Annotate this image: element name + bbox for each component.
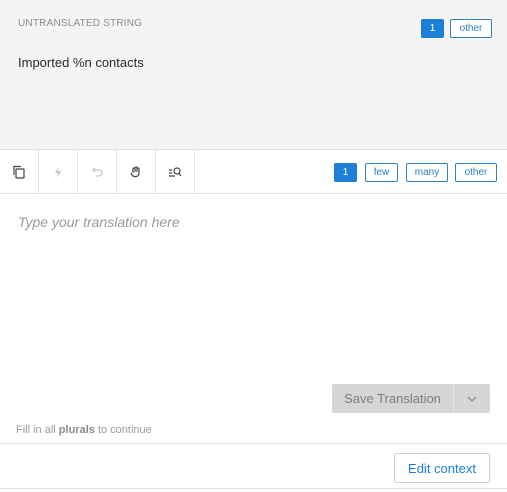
source-string-text: Imported %n contacts — [18, 55, 144, 70]
save-translation-button[interactable]: Save Translation — [332, 384, 454, 413]
search-translations-button[interactable] — [156, 150, 195, 194]
target-plural-tab-one[interactable]: 1 — [334, 163, 357, 182]
hand-icon — [130, 166, 140, 178]
edit-context-button[interactable]: Edit context — [394, 453, 490, 483]
placeholder-button[interactable] — [117, 150, 156, 194]
undo-button[interactable] — [78, 150, 117, 194]
save-translation-group: Save Translation — [332, 384, 490, 413]
source-string-panel: UNTRANSLATED STRING 1 other Imported %n … — [0, 0, 507, 150]
search-list-icon — [169, 167, 182, 177]
source-label: UNTRANSLATED STRING — [18, 18, 143, 29]
translation-input[interactable]: Type your translation here — [18, 214, 180, 230]
hint-prefix: Fill in all — [16, 424, 56, 436]
editor-toolbar: 1 few many other — [0, 150, 507, 194]
save-options-button[interactable] — [454, 384, 490, 413]
copy-icon — [13, 165, 25, 179]
footer-bar: Edit context — [0, 443, 507, 489]
target-plural-tab-few[interactable]: few — [365, 163, 398, 182]
source-plural-tabs: 1 other — [421, 19, 492, 38]
target-plural-tab-other[interactable]: other — [455, 163, 497, 182]
target-plural-tabs: 1 few many other — [334, 163, 497, 182]
hint-plurals: plurals — [58, 424, 95, 436]
undo-icon — [92, 167, 103, 177]
machine-translate-button[interactable] — [39, 150, 78, 194]
target-plural-tab-many[interactable]: many — [406, 163, 448, 182]
copy-source-button[interactable] — [0, 150, 39, 194]
source-plural-tab-other[interactable]: other — [450, 19, 492, 38]
source-plural-tab-one[interactable]: 1 — [421, 19, 444, 38]
lightning-icon — [55, 166, 61, 178]
plurals-hint: Fill in all plurals to continue — [16, 424, 152, 436]
hint-suffix: to continue — [97, 424, 152, 436]
chevron-down-icon — [467, 396, 477, 402]
